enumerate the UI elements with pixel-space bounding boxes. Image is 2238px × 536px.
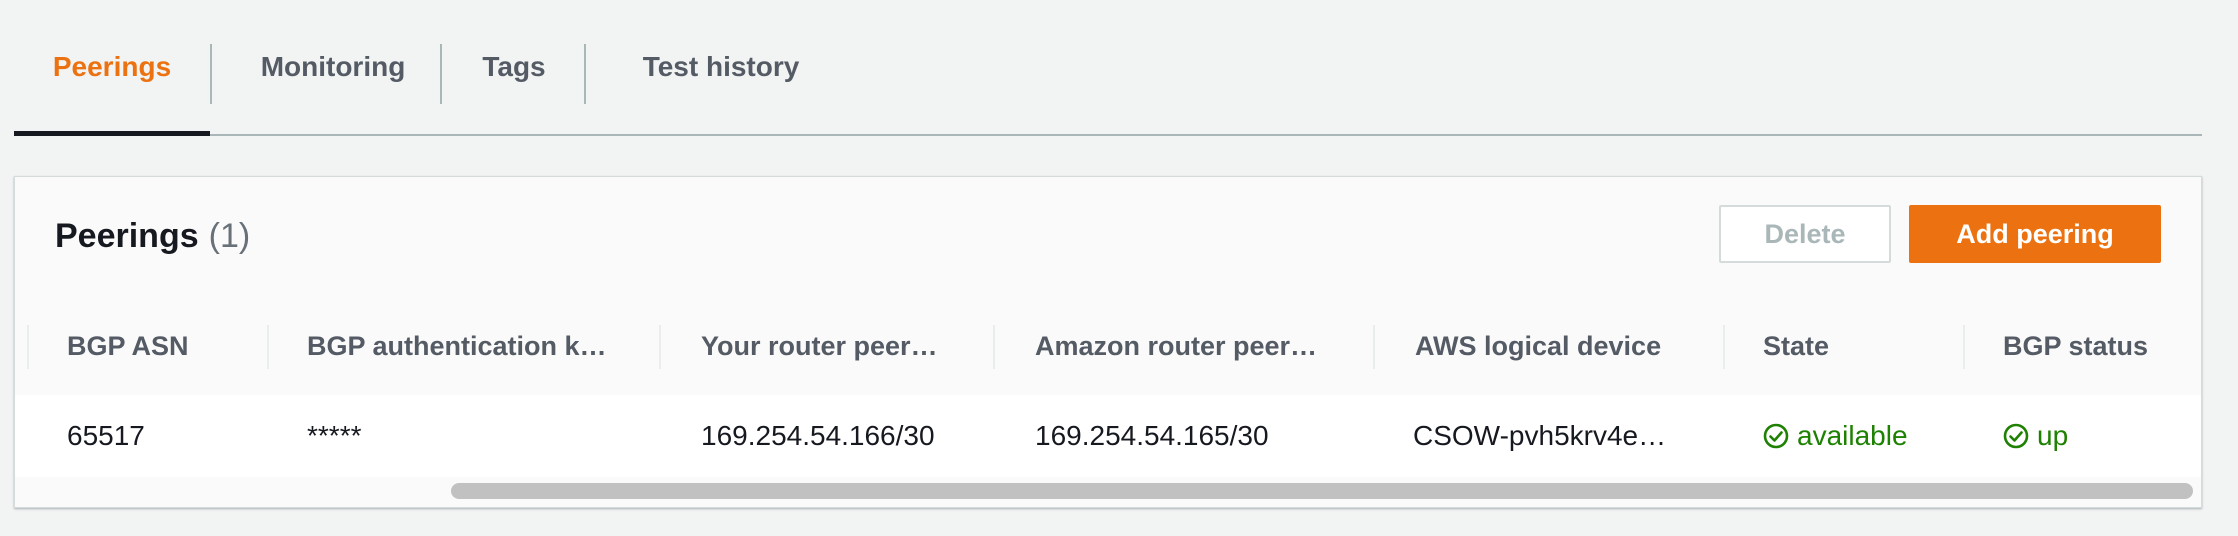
horizontal-scrollbar[interactable] [15,477,2201,507]
bgp-status-text: up [2037,420,2069,451]
check-circle-icon [2003,423,2029,449]
tab-tags-label: Tags [482,51,546,82]
panel-title: Peerings (1) [55,217,250,256]
column-header-amazon-router-peer[interactable]: Amazon router peer… [1035,297,1317,395]
peerings-panel: Peerings (1) Delete Add peering BGP ASN B… [14,176,2202,508]
panel-count: (1) [208,217,251,255]
tab-tags[interactable]: Tags [442,0,586,134]
cell-bgp-status: up [2003,395,2068,477]
column-divider[interactable] [267,325,269,369]
column-divider[interactable] [27,325,29,369]
tab-bar: Peerings Monitoring Tags Test history [14,0,2202,136]
column-divider[interactable] [659,325,661,369]
state-text: available [1797,420,1908,451]
tab-test-history-label: Test history [642,51,800,82]
table-row[interactable]: 65517 ***** 169.254.54.166/30 169.254.54… [15,395,2201,479]
tab-monitoring[interactable]: Monitoring [212,0,454,134]
column-divider[interactable] [1373,325,1375,369]
column-header-aws-logical-device[interactable]: AWS logical device [1415,297,1661,395]
tab-peerings[interactable]: Peerings [14,0,210,136]
column-header-your-router-peer[interactable]: Your router peer… [701,297,938,395]
column-header-state[interactable]: State [1763,297,1829,395]
column-divider[interactable] [1723,325,1725,369]
scrollbar-thumb[interactable] [451,483,2193,499]
cell-state: available [1763,395,1908,477]
cell-bgp-asn: 65517 [67,420,145,451]
check-circle-icon [1763,423,1789,449]
cell-aws-logical-device: CSOW-pvh5krv4e… [1413,420,1667,451]
column-divider[interactable] [993,325,995,369]
column-header-bgp-asn[interactable]: BGP ASN [67,297,189,395]
table-header: BGP ASN BGP authentication k… Your route… [15,297,2201,396]
panel-title-text: Peerings [55,217,199,255]
column-header-bgp-auth-key[interactable]: BGP authentication k… [307,297,607,395]
panel-header: Peerings (1) Delete Add peering [15,177,2201,298]
tab-test-history[interactable]: Test history [586,0,856,134]
cell-amazon-router-peer: 169.254.54.165/30 [1035,420,1269,451]
column-header-bgp-status[interactable]: BGP status [2003,297,2148,395]
delete-button[interactable]: Delete [1719,205,1891,263]
cell-your-router-peer: 169.254.54.166/30 [701,420,935,451]
tab-monitoring-label: Monitoring [260,51,406,82]
cell-bgp-auth-key: ***** [307,420,362,451]
add-peering-button[interactable]: Add peering [1909,205,2161,263]
column-divider[interactable] [1963,325,1965,369]
tab-peerings-label: Peerings [52,51,172,82]
